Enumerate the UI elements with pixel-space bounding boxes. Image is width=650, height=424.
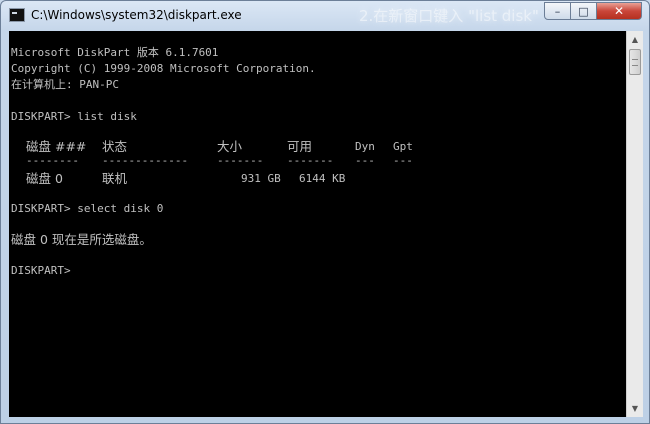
console-output[interactable]: Microsoft DiskPart 版本 6.1.7601 Copyright… bbox=[9, 31, 626, 417]
select-result-message: 磁盘 0 现在是所选磁盘。 bbox=[11, 232, 152, 247]
table-row-free: 6144 KB bbox=[299, 172, 346, 185]
vertical-scrollbar[interactable]: ▲ ▼ bbox=[626, 31, 643, 417]
console-app-icon[interactable] bbox=[9, 8, 25, 22]
close-icon: ✕ bbox=[613, 4, 625, 18]
command-prompt: DISKPART> bbox=[11, 264, 71, 277]
table-separator: --- bbox=[355, 154, 375, 167]
console-window: C:\Windows\system32\diskpart.exe 2.在新窗口键… bbox=[0, 0, 650, 424]
header-line-computer: 在计算机上: PAN-PC bbox=[11, 78, 119, 91]
scrollbar-thumb[interactable] bbox=[629, 49, 641, 75]
header-line-copyright: Copyright (C) 1999-2008 Microsoft Corpor… bbox=[11, 62, 316, 75]
title-bar[interactable]: C:\Windows\system32\diskpart.exe 2.在新窗口键… bbox=[1, 1, 649, 31]
table-separator: -------- bbox=[26, 154, 79, 167]
minimize-button[interactable]: – bbox=[544, 2, 571, 20]
table-row-disk: 磁盘 0 bbox=[26, 171, 63, 186]
scroll-up-button[interactable]: ▲ bbox=[627, 31, 643, 48]
window-title: C:\Windows\system32\diskpart.exe bbox=[31, 8, 242, 22]
maximize-icon: □ bbox=[578, 4, 589, 18]
table-separator: --- bbox=[393, 154, 413, 167]
minimize-icon: – bbox=[554, 4, 561, 18]
close-button[interactable]: ✕ bbox=[596, 2, 642, 20]
scroll-down-button[interactable]: ▼ bbox=[627, 400, 643, 417]
maximize-button[interactable]: □ bbox=[570, 2, 597, 20]
table-separator: ------------- bbox=[102, 154, 189, 167]
table-separator: ------- bbox=[217, 154, 264, 167]
command-list-disk: DISKPART> list disk bbox=[11, 110, 137, 123]
overlay-caption: 2.在新窗口键入 "list disk" bbox=[359, 7, 539, 25]
table-separator: ------- bbox=[287, 154, 334, 167]
table-row-status: 联机 bbox=[102, 171, 128, 186]
command-select-disk: DISKPART> select disk 0 bbox=[11, 202, 164, 215]
arrow-up-icon: ▲ bbox=[631, 35, 639, 44]
header-line-version: Microsoft DiskPart 版本 6.1.7601 bbox=[11, 46, 219, 59]
arrow-down-icon: ▼ bbox=[631, 404, 639, 413]
table-row-size: 931 GB bbox=[241, 172, 281, 185]
